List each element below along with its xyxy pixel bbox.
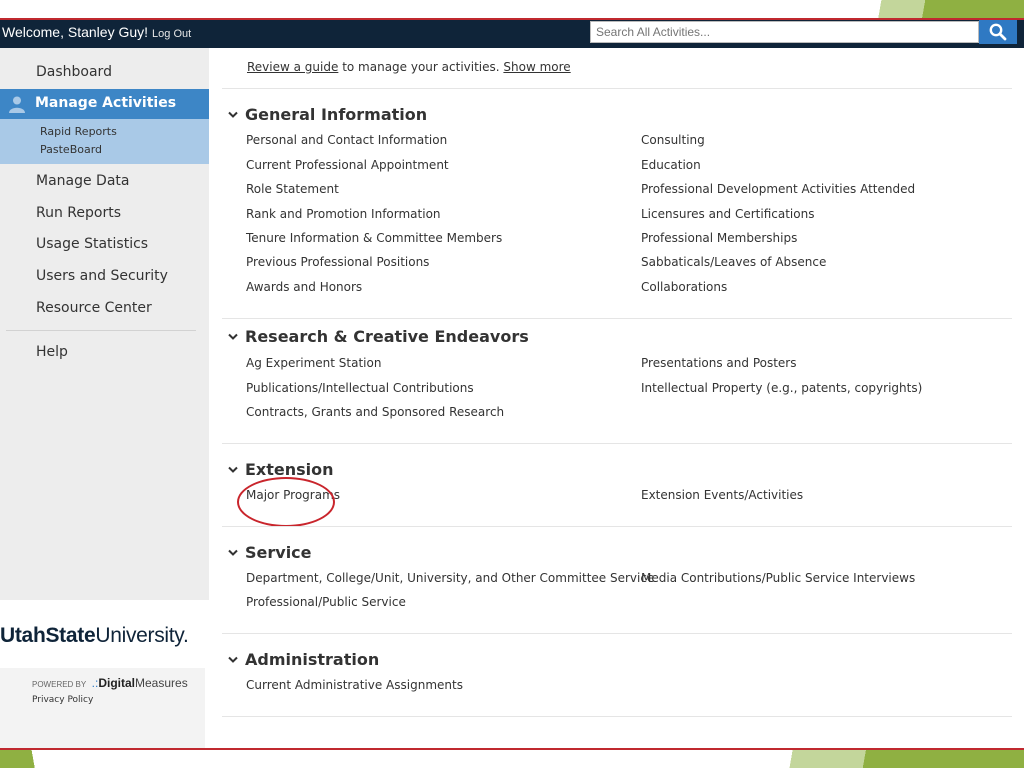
activity-link[interactable]: Intellectual Property (e.g., patents, co… <box>641 381 922 395</box>
sidebar-item-run-reports[interactable]: Run Reports <box>36 205 121 221</box>
sidebar-item-label: Manage Activities <box>35 95 177 111</box>
activity-link[interactable]: Contracts, Grants and Sponsored Research <box>246 405 504 419</box>
chevron-down-icon <box>228 333 242 341</box>
activity-link[interactable]: Licensures and Certifications <box>641 207 814 221</box>
section-header-general[interactable]: General Information <box>228 105 427 124</box>
logo-text: University. <box>95 624 189 647</box>
sidebar-subitem-pasteboard[interactable]: PasteBoard <box>40 143 102 156</box>
section-divider <box>222 318 1012 319</box>
sidebar: Dashboard Manage Activities Rapid Report… <box>0 48 209 600</box>
university-logo: UtahStateUniversity. <box>0 624 189 648</box>
section-header-research[interactable]: Research & Creative Endeavors <box>228 327 529 346</box>
section-divider <box>222 633 1012 634</box>
slide-decoration-bottom-left <box>0 750 60 768</box>
sidebar-item-usage-statistics[interactable]: Usage Statistics <box>36 236 148 252</box>
sidebar-item-users-security[interactable]: Users and Security <box>36 268 168 284</box>
section-header-administration[interactable]: Administration <box>228 650 379 669</box>
chevron-down-icon <box>228 111 242 119</box>
activity-link[interactable]: Awards and Honors <box>246 280 362 294</box>
activity-link[interactable]: Personal and Contact Information <box>246 133 447 147</box>
section-title: Administration <box>245 650 380 669</box>
dm-logo-text: Measures <box>135 676 188 690</box>
sidebar-item-resource-center[interactable]: Resource Center <box>36 300 152 316</box>
chevron-down-icon <box>228 466 242 474</box>
activity-link[interactable]: Presentations and Posters <box>641 356 797 370</box>
activity-link[interactable]: Professional/Public Service <box>246 595 406 609</box>
sidebar-item-dashboard[interactable]: Dashboard <box>36 64 112 80</box>
welcome-text: Welcome, Stanley Guy! <box>2 24 149 40</box>
section-title: General Information <box>245 105 428 124</box>
activity-link[interactable]: Collaborations <box>641 280 727 294</box>
privacy-policy-link[interactable]: Privacy Policy <box>32 695 93 705</box>
sidebar-subitem-rapid-reports[interactable]: Rapid Reports <box>40 125 117 138</box>
activity-link[interactable]: Department, College/Unit, University, an… <box>246 571 654 585</box>
digital-measures-logo: .:DigitalMeasures <box>91 676 188 690</box>
logout-link[interactable]: Log Out <box>152 28 191 40</box>
sidebar-item-manage-activities[interactable]: Manage Activities <box>0 89 209 119</box>
activity-link[interactable]: Role Statement <box>246 182 339 196</box>
activity-link[interactable]: Rank and Promotion Information <box>246 207 441 221</box>
section-divider <box>222 443 1012 444</box>
review-guide-link[interactable]: Review a guide <box>247 60 338 74</box>
activity-link[interactable]: Tenure Information & Committee Members <box>246 231 502 245</box>
section-divider <box>222 716 1012 717</box>
activity-link[interactable]: Publications/Intellectual Contributions <box>246 381 474 395</box>
annotation-circle <box>237 477 335 527</box>
powered-by-text: POWERED BY <box>32 680 87 689</box>
sidebar-divider <box>6 330 196 331</box>
sidebar-item-manage-data[interactable]: Manage Data <box>36 173 130 189</box>
activity-link[interactable]: Education <box>641 158 701 172</box>
section-header-service[interactable]: Service <box>228 543 312 562</box>
search-icon <box>989 23 1007 41</box>
top-bar: Welcome, Stanley Guy! Log Out <box>0 20 1024 48</box>
activity-link[interactable]: Current Administrative Assignments <box>246 678 463 692</box>
section-divider <box>222 526 1012 527</box>
activity-link[interactable]: Extension Events/Activities <box>641 488 803 502</box>
section-title: Research & Creative Endeavors <box>245 327 529 346</box>
section-title: Service <box>245 543 312 562</box>
dm-logo-bold: Digital <box>98 676 136 690</box>
activity-link[interactable]: Sabbaticals/Leaves of Absence <box>641 255 826 269</box>
chevron-down-icon <box>228 549 242 557</box>
slide-decoration-top <box>784 0 1024 20</box>
chevron-down-icon <box>228 656 242 664</box>
intro-text: Review a guide to manage your activities… <box>247 60 571 74</box>
activity-link[interactable]: Professional Development Activities Atte… <box>641 182 915 196</box>
activity-link[interactable]: Professional Memberships <box>641 231 797 245</box>
intro-body: to manage your activities. <box>342 60 500 74</box>
activity-link[interactable]: Media Contributions/Public Service Inter… <box>641 571 915 585</box>
slide-decoration-bottom-right <box>734 750 1024 768</box>
activity-link[interactable]: Current Professional Appointment <box>246 158 449 172</box>
sidebar-item-help[interactable]: Help <box>36 344 68 360</box>
powered-by: POWERED BY .:DigitalMeasures <box>32 676 188 690</box>
activity-link[interactable]: Ag Experiment Station <box>246 356 381 370</box>
activity-link[interactable]: Previous Professional Positions <box>246 255 429 269</box>
show-more-link[interactable]: Show more <box>503 60 570 74</box>
sidebar-subnav: Rapid Reports PasteBoard <box>0 119 209 164</box>
search-button[interactable] <box>979 20 1017 44</box>
search-input[interactable] <box>590 21 979 43</box>
section-divider <box>222 88 1012 89</box>
user-icon <box>9 96 25 113</box>
logo-text-bold: UtahState <box>0 624 96 647</box>
activity-link[interactable]: Consulting <box>641 133 705 147</box>
welcome-area: Welcome, Stanley Guy! Log Out <box>2 24 191 40</box>
